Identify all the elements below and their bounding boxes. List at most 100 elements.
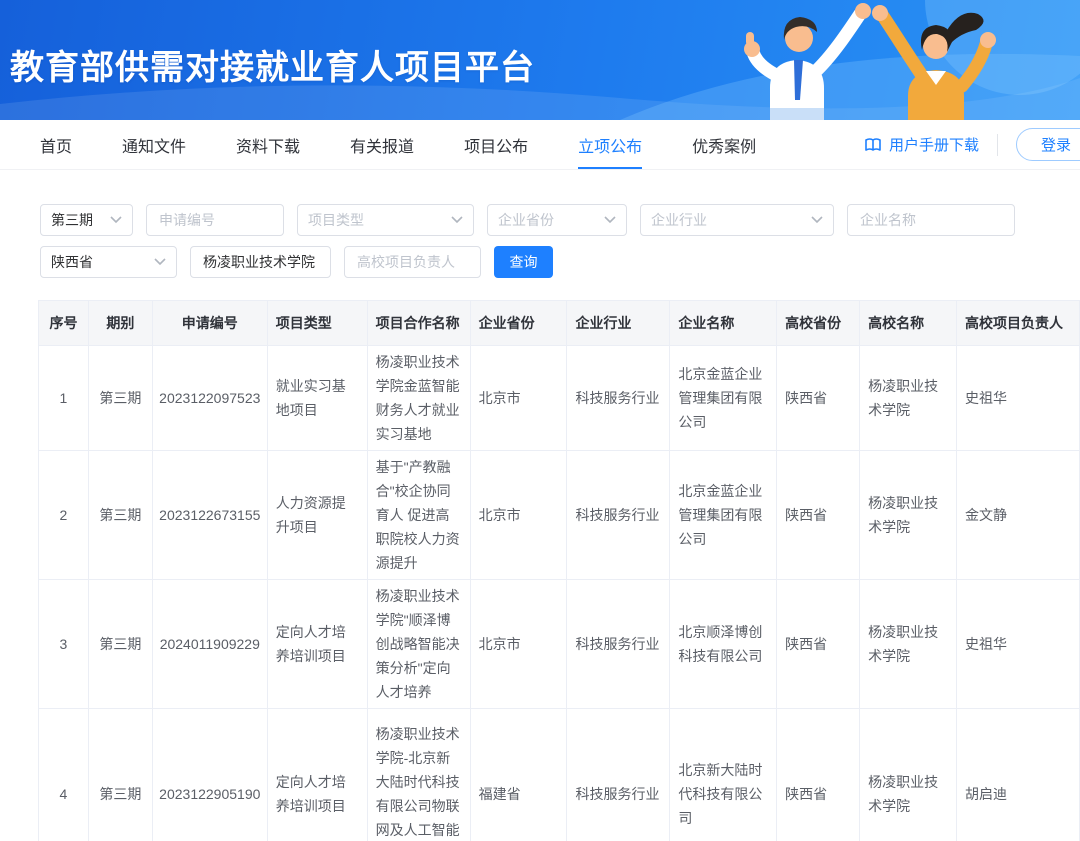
project-type-placeholder: 项目类型	[308, 210, 364, 230]
table-cell: 北京金蓝企业管理集团有限公司	[670, 346, 777, 451]
table-cell: 北京市	[470, 346, 567, 451]
manual-link-label: 用户手册下载	[889, 134, 979, 155]
table-row: 3第三期2024011909229定向人才培养培训项目杨凌职业技术学院"顺泽博创…	[39, 580, 1080, 709]
table-cell: 北京新大陆时代科技有限公司	[670, 709, 777, 841]
column-header: 项目合作名称	[367, 301, 470, 346]
filter-row-2: 陕西省 查询	[40, 246, 1080, 278]
table-cell: 第三期	[88, 580, 152, 709]
column-header: 高校名称	[860, 301, 957, 346]
application-number-input[interactable]	[146, 204, 284, 236]
banner-illustration	[720, 0, 1060, 120]
period-select[interactable]: 第三期	[40, 204, 133, 236]
table-cell: 第三期	[88, 346, 152, 451]
company-name-input[interactable]	[847, 204, 1015, 236]
table-cell: 2	[39, 451, 89, 580]
chevron-down-icon	[154, 258, 166, 266]
table-cell: 杨凌职业技术学院	[860, 580, 957, 709]
login-button[interactable]: 登录	[1016, 128, 1080, 161]
table-cell: 陕西省	[777, 580, 860, 709]
table-cell: 史祖华	[956, 580, 1079, 709]
company-province-select[interactable]: 企业省份	[487, 204, 627, 236]
tab-downloads[interactable]: 资料下载	[236, 120, 300, 169]
table-cell: 1	[39, 346, 89, 451]
filter-row-1: 第三期 项目类型 企业省份 企业行业	[40, 204, 1080, 236]
column-header: 高校项目负责人	[956, 301, 1079, 346]
table-cell: 2023122905190	[152, 709, 267, 841]
table-cell: 2023122673155	[152, 451, 267, 580]
column-header: 企业名称	[670, 301, 777, 346]
project-type-select[interactable]: 项目类型	[297, 204, 474, 236]
table-cell: 福建省	[470, 709, 567, 841]
banner: 教育部供需对接就业育人项目平台	[0, 0, 1080, 120]
company-province-placeholder: 企业省份	[498, 210, 554, 230]
column-header: 序号	[39, 301, 89, 346]
column-header: 期别	[88, 301, 152, 346]
table-cell: 2023122097523	[152, 346, 267, 451]
company-industry-placeholder: 企业行业	[651, 210, 707, 230]
column-header: 高校省份	[777, 301, 860, 346]
table-cell: 杨凌职业技术学院"顺泽博创战略智能决策分析"定向人才培养	[367, 580, 470, 709]
nav-tabs: 首页 通知文件 资料下载 有关报道 项目公布 立项公布 优秀案例	[40, 120, 756, 169]
table-row: 2第三期2023122673155人力资源提升项目基于"产教融合"校企协同育人 …	[39, 451, 1080, 580]
table-cell: 北京市	[470, 580, 567, 709]
table-cell: 2024011909229	[152, 580, 267, 709]
column-header: 项目类型	[267, 301, 367, 346]
table-cell: 基于"产教融合"校企协同育人 促进高职院校人力资源提升	[367, 451, 470, 580]
table-cell: 科技服务行业	[567, 580, 670, 709]
user-manual-download-link[interactable]: 用户手册下载	[864, 134, 979, 155]
column-header: 企业行业	[567, 301, 670, 346]
table-cell: 陕西省	[777, 346, 860, 451]
filter-panel: 第三期 项目类型 企业省份 企业行业 陕西省 查询	[40, 204, 1080, 278]
table-cell: 定向人才培养培训项目	[267, 709, 367, 841]
table-cell: 史祖华	[956, 346, 1079, 451]
nav-right: 用户手册下载 登录	[864, 120, 1080, 169]
table-cell: 第三期	[88, 451, 152, 580]
period-select-value: 第三期	[51, 210, 93, 230]
school-name-input[interactable]	[190, 246, 331, 278]
table-cell: 杨凌职业技术学院金蓝智能财务人才就业实习基地	[367, 346, 470, 451]
column-header: 申请编号	[152, 301, 267, 346]
tab-notices[interactable]: 通知文件	[122, 120, 186, 169]
tab-approval-publish[interactable]: 立项公布	[578, 120, 642, 169]
school-province-value: 陕西省	[51, 252, 93, 272]
search-button[interactable]: 查询	[494, 246, 553, 278]
table-cell: 陕西省	[777, 709, 860, 841]
book-icon	[864, 137, 882, 153]
tab-project-publish[interactable]: 项目公布	[464, 120, 528, 169]
table-cell: 北京顺泽博创科技有限公司	[670, 580, 777, 709]
chevron-down-icon	[451, 216, 463, 224]
table-cell: 杨凌职业技术学院-北京新大陆时代科技有限公司物联网及人工智能方向人才培养	[367, 709, 470, 841]
table-cell: 4	[39, 709, 89, 841]
school-province-select[interactable]: 陕西省	[40, 246, 177, 278]
chevron-down-icon	[110, 216, 122, 224]
table-cell: 第三期	[88, 709, 152, 841]
page-title: 教育部供需对接就业育人项目平台	[10, 40, 535, 89]
company-industry-select[interactable]: 企业行业	[640, 204, 834, 236]
results-table: 序号期别申请编号项目类型项目合作名称企业省份企业行业企业名称高校省份高校名称高校…	[38, 300, 1080, 841]
table-cell: 北京市	[470, 451, 567, 580]
table-cell: 就业实习基地项目	[267, 346, 367, 451]
table-cell: 科技服务行业	[567, 451, 670, 580]
table-cell: 杨凌职业技术学院	[860, 709, 957, 841]
chevron-down-icon	[811, 216, 823, 224]
table-cell: 科技服务行业	[567, 709, 670, 841]
table-cell: 科技服务行业	[567, 346, 670, 451]
chevron-down-icon	[604, 216, 616, 224]
school-leader-input[interactable]	[344, 246, 481, 278]
table-cell: 陕西省	[777, 451, 860, 580]
tab-reports[interactable]: 有关报道	[350, 120, 414, 169]
column-header: 企业省份	[470, 301, 567, 346]
table-cell: 3	[39, 580, 89, 709]
main-nav: 首页 通知文件 资料下载 有关报道 项目公布 立项公布 优秀案例 用户手册下载 …	[0, 120, 1080, 170]
table-cell: 金文静	[956, 451, 1079, 580]
divider	[997, 134, 998, 156]
results-table-wrap: 序号期别申请编号项目类型项目合作名称企业省份企业行业企业名称高校省份高校名称高校…	[38, 300, 1080, 841]
tab-excellent-cases[interactable]: 优秀案例	[692, 120, 756, 169]
table-cell: 杨凌职业技术学院	[860, 346, 957, 451]
table-row: 1第三期2023122097523就业实习基地项目杨凌职业技术学院金蓝智能财务人…	[39, 346, 1080, 451]
table-cell: 北京金蓝企业管理集团有限公司	[670, 451, 777, 580]
table-row: 4第三期2023122905190定向人才培养培训项目杨凌职业技术学院-北京新大…	[39, 709, 1080, 841]
table-cell: 人力资源提升项目	[267, 451, 367, 580]
tab-home[interactable]: 首页	[40, 120, 72, 169]
table-cell: 杨凌职业技术学院	[860, 451, 957, 580]
